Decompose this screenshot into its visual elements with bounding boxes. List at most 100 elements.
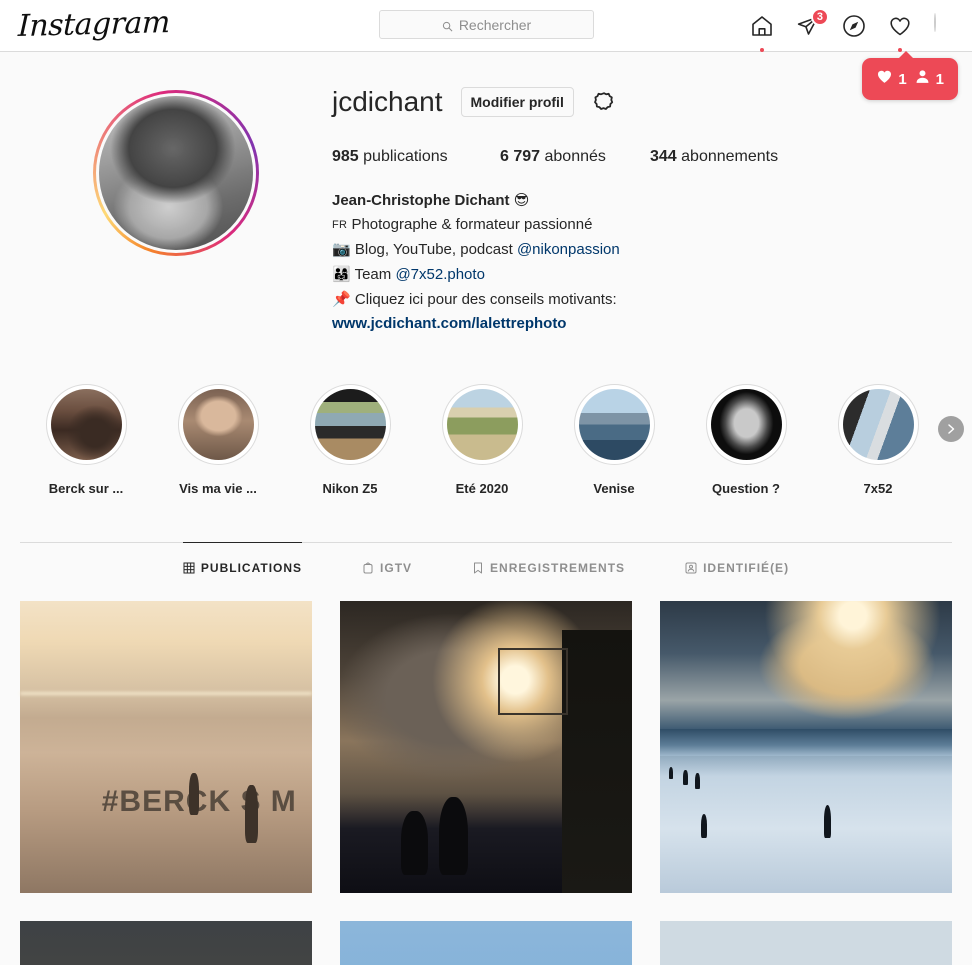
pushpin-emoji: 📌 bbox=[332, 290, 351, 308]
tab-igtv[interactable]: IGTV bbox=[362, 542, 412, 589]
profile-info-column: jcdichant Modifier profil 985 publicatio… bbox=[332, 82, 952, 336]
bio-external-link[interactable]: www.jcdichant.com/lalettrephoto bbox=[332, 315, 566, 332]
mention-nikonpassion[interactable]: @nikonpassion bbox=[517, 241, 620, 258]
messenger-icon[interactable]: 3 bbox=[796, 8, 829, 38]
heart-icon[interactable] bbox=[888, 14, 912, 52]
profile-stats: 985 publications 6 797 abonnés 344 abonn… bbox=[332, 148, 952, 166]
stat-following[interactable]: 344 abonnements bbox=[650, 148, 778, 166]
tab-enregistrements[interactable]: ENREGISTREMENTS bbox=[472, 542, 625, 589]
post-dark-sky[interactable] bbox=[20, 921, 312, 965]
post-blue-sky[interactable] bbox=[340, 921, 632, 965]
search-placeholder: Rechercher bbox=[458, 16, 532, 33]
avatar bbox=[934, 13, 936, 32]
bio-line-1: FR Photographe & formateur passionné bbox=[332, 213, 952, 237]
highlight-item[interactable]: 7x52 bbox=[812, 384, 944, 496]
post-beach-sunbeams[interactable] bbox=[660, 601, 952, 893]
stat-posts: 985 publications bbox=[332, 148, 460, 166]
silhouette-figure bbox=[823, 805, 832, 838]
tab-identifie[interactable]: IDENTIFIÉ(E) bbox=[685, 542, 789, 589]
bio-line-1-text: Photographe & formateur passionné bbox=[351, 216, 593, 233]
bio-line-3: 👨‍👩‍👧 Team @7x52.photo bbox=[332, 262, 952, 287]
profile-avatar-column bbox=[20, 82, 332, 336]
notification-toast[interactable]: 1 1 bbox=[862, 51, 958, 100]
sunglasses-emoji: 😎 bbox=[513, 191, 530, 209]
heart-icon bbox=[876, 68, 893, 90]
horizon-line bbox=[20, 691, 312, 695]
bio-line-2-text: Blog, YouTube, podcast bbox=[354, 241, 517, 258]
post-sea-horizon[interactable] bbox=[660, 921, 952, 965]
chevron-right-icon[interactable] bbox=[938, 416, 964, 442]
posts-grid: #BERCK S M bbox=[20, 601, 952, 965]
highlight-item[interactable]: Venise bbox=[548, 384, 680, 496]
stat-followers-label: abonnés bbox=[544, 148, 606, 165]
stat-followers[interactable]: 6 797 abonnés bbox=[500, 148, 610, 166]
bio-language-tag: FR bbox=[332, 219, 348, 231]
highlight-label: Question ? bbox=[712, 481, 780, 496]
highlight-item[interactable]: Berck sur ... bbox=[20, 384, 152, 496]
stat-followers-value: 6 797 bbox=[500, 148, 541, 165]
bio-line-4: 📌 Cliquez ici pour des conseils motivant… bbox=[332, 287, 952, 312]
messenger-badge: 3 bbox=[810, 8, 829, 26]
highlight-thumbnail bbox=[710, 389, 782, 460]
silhouette-figure bbox=[683, 770, 689, 785]
stat-following-value: 344 bbox=[650, 148, 677, 165]
highlight-thumbnail bbox=[842, 389, 914, 460]
bio-line-3-text: Team bbox=[354, 266, 396, 283]
compass-icon[interactable] bbox=[842, 14, 866, 38]
edit-profile-button[interactable]: Modifier profil bbox=[460, 87, 574, 117]
grid-icon bbox=[183, 562, 195, 574]
page-title: jcdichant bbox=[332, 86, 443, 117]
highlight-label: Berck sur ... bbox=[48, 481, 124, 496]
highlight-thumbnail bbox=[314, 389, 386, 460]
bookmark-icon bbox=[472, 562, 484, 574]
instagram-logo[interactable]: Instagram bbox=[18, 5, 171, 44]
bio-full-name-line: Jean-Christophe Dichant 😎 bbox=[332, 188, 952, 213]
toast-likes: 1 bbox=[876, 68, 907, 90]
home-active-dot bbox=[760, 48, 764, 52]
profile-page: jcdichant Modifier profil 985 publicatio… bbox=[0, 52, 972, 965]
highlight-label: Vis ma vie ... bbox=[179, 481, 257, 496]
profile-header: jcdichant Modifier profil 985 publicatio… bbox=[0, 52, 972, 336]
silhouette-figure bbox=[668, 767, 673, 780]
bio-line-4-text: Cliquez ici pour des conseils motivants: bbox=[354, 291, 617, 308]
highlight-item[interactable]: Nikon Z5 bbox=[284, 384, 416, 496]
tab-publications[interactable]: PUBLICATIONS bbox=[182, 542, 303, 589]
stat-posts-label: publications bbox=[363, 148, 448, 165]
tab-label: PUBLICATIONS bbox=[200, 561, 303, 575]
profile-picture[interactable] bbox=[93, 90, 259, 256]
silhouette-figure bbox=[439, 796, 469, 876]
family-emoji: 👨‍👩‍👧 bbox=[332, 265, 351, 283]
camera-emoji: 📷 bbox=[332, 240, 351, 258]
highlight-item[interactable]: Vis ma vie ... bbox=[152, 384, 284, 496]
tagged-person-icon bbox=[685, 562, 697, 574]
tab-label: ENREGISTREMENTS bbox=[490, 561, 626, 575]
silhouette-figure bbox=[695, 773, 700, 790]
mention-7x52photo[interactable]: @7x52.photo bbox=[395, 266, 484, 283]
person-icon bbox=[914, 68, 931, 90]
highlight-item[interactable]: Eté 2020 bbox=[416, 384, 548, 496]
story-highlights: Berck sur ... Vis ma vie ... Nikon Z5 Et… bbox=[0, 336, 972, 496]
post-cloudy-sun-silhouettes[interactable] bbox=[340, 601, 632, 893]
likes-count: 1 bbox=[898, 70, 907, 88]
sign-frame bbox=[497, 647, 568, 715]
home-icon[interactable] bbox=[750, 14, 774, 52]
search-input[interactable]: Rechercher bbox=[379, 10, 594, 39]
highlight-thumbnail bbox=[50, 389, 122, 460]
profile-avatar[interactable] bbox=[934, 13, 958, 38]
profile-photo-image bbox=[99, 96, 253, 250]
sea-band bbox=[660, 729, 952, 756]
silhouette-figure bbox=[401, 811, 428, 876]
profile-bio: Jean-Christophe Dichant 😎 FR Photographe… bbox=[332, 188, 952, 336]
silhouette-figure bbox=[244, 784, 258, 843]
post-beach-berck-sunset[interactable]: #BERCK S M bbox=[20, 601, 312, 893]
followers-count: 1 bbox=[935, 70, 944, 88]
username-row: jcdichant Modifier profil bbox=[332, 84, 952, 120]
highlight-item[interactable]: Question ? bbox=[680, 384, 812, 496]
tab-label: IDENTIFIÉ(E) bbox=[703, 561, 790, 575]
profile-tabs: PUBLICATIONS IGTV ENREGISTREMENTS IDENTI… bbox=[20, 542, 952, 589]
stat-posts-value: 985 bbox=[332, 148, 359, 165]
gear-icon[interactable] bbox=[592, 90, 616, 114]
building-silhouette bbox=[561, 630, 632, 893]
silhouette-figure bbox=[700, 814, 708, 838]
igtv-icon bbox=[362, 562, 374, 574]
